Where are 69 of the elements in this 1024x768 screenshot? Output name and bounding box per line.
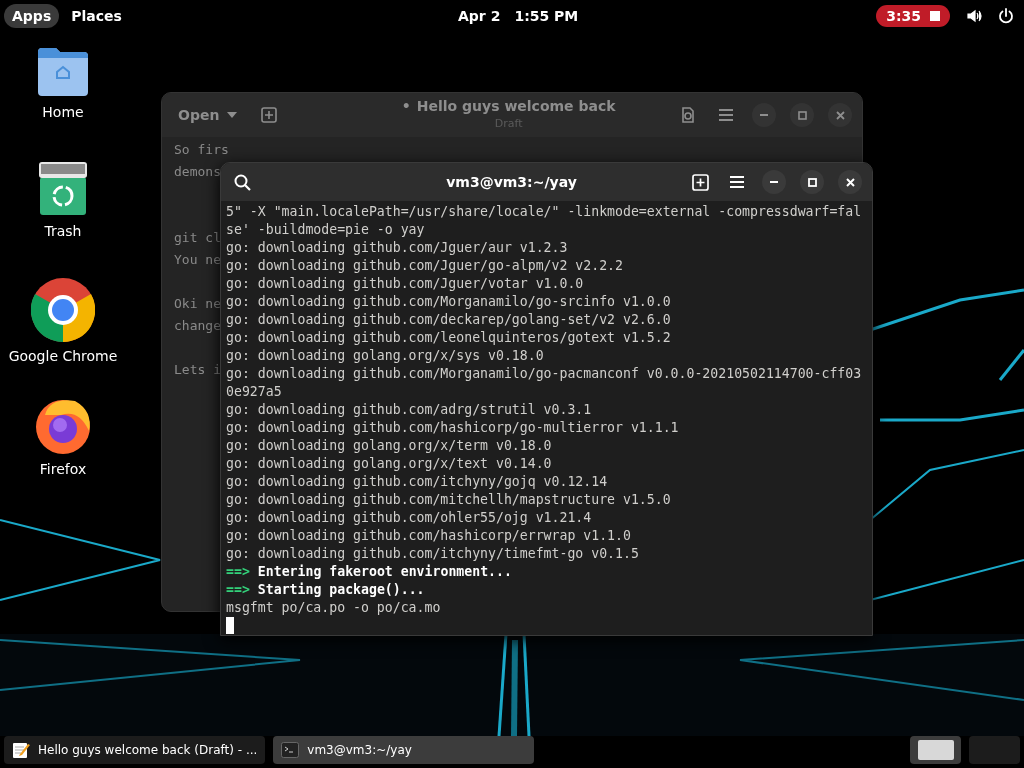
terminal-line: 0e927a5 [226,383,283,401]
terminal-line: go: downloading golang.org/x/text v0.14.0 [226,455,553,473]
desktop-icon-label[interactable]: Home [42,104,84,120]
text-line: change [174,317,221,335]
close-icon [835,110,845,120]
minimize-icon [760,114,768,116]
clock[interactable]: Apr 2 1:55 PM [458,8,579,24]
text-line: Lets i [174,361,221,379]
terminal-line: go: downloading golang.org/x/sys v0.18.0 [226,347,545,365]
text-line: git cl [174,229,221,247]
terminal-line: go: downloading github.com/itchyny/timefmt-go v0.1.5 [226,545,640,563]
document-search-icon[interactable] [680,107,696,123]
desktop-icon-label[interactable]: Firefox [39,461,87,477]
taskbar-window-button[interactable]: vm3@vm3:~/yay [273,736,535,764]
workspace-thumbnail[interactable] [910,736,961,764]
window-title: Hello guys welcome back [416,98,616,115]
terminal-line: go: downloading github.com/Morganamilo/go-srcinfo v1.0.0 [226,293,672,311]
maximize-icon [807,177,817,187]
terminal-line: go: downloading github.com/leonelquinteros/gotext v1.5.2 [226,329,672,347]
text-line: You ne [174,251,221,269]
terminal-icon [281,741,300,759]
maximize-button[interactable] [800,170,824,194]
window-title: vm3@vm3:~/yay [445,174,578,190]
new-tab-icon[interactable] [692,173,709,191]
terminal-line: 5" -X "main.localePath=/usr/share/locale/" -linkmode=external -compressdwarf=fal [226,203,863,221]
minimize-button[interactable] [762,170,786,194]
terminal-line: go: downloading github.com/mitchellh/mapstructure v1.5.0 [226,491,672,509]
desktop-icon-label[interactable]: Trash [44,223,82,239]
desktop-icon-label[interactable]: Google Chrome [8,348,118,364]
minimize-icon [770,181,778,183]
recording-indicator[interactable]: 3:35 [876,5,950,27]
terminal-line: go: downloading github.com/itchyny/gojq v0.12.14 [226,473,609,491]
close-button[interactable] [838,170,862,194]
search-icon[interactable] [234,173,251,191]
terminal-line: go: downloading github.com/Jguer/votar v1.0.0 [226,275,585,293]
terminal-line: go: downloading github.com/deckarep/golang-set/v2 v2.6.0 [226,311,672,329]
prompt-arrow: ==> [226,581,250,599]
workspace-thumbnail[interactable] [969,736,1020,764]
terminal-line: go: downloading github.com/Jguer/go-alpm/v2 v2.2.2 [226,257,624,275]
taskbar-window-button[interactable]: Hello guys welcome back (Draft) - ... [4,736,266,764]
terminal-line: go: downloading github.com/hashicorp/go-multierror v1.1.1 [226,419,680,437]
terminal-line: go: downloading github.com/hashicorp/errwrap v1.1.0 [226,527,632,545]
terminal-line: go: downloading golang.org/x/term v0.18.0 [226,437,553,455]
terminal-line: go: downloading github.com/ohler55/ojg v1.21.4 [226,509,593,527]
volume-icon[interactable] [966,8,982,24]
terminal-line: go: downloading github.com/Morganamilo/go-pacmanconf v0.0.0-20210502114700-cff03 [226,365,863,383]
text-line: So firs [174,141,229,159]
prompt-arrow: ==> [226,563,250,581]
maximize-icon [797,110,807,120]
caret-icon [227,112,238,118]
trash-icon[interactable] [38,161,88,217]
new-document-icon[interactable] [261,107,278,123]
open-button[interactable]: Open [172,103,244,127]
apps-button[interactable]: Apps [4,4,60,28]
power-icon[interactable] [998,8,1014,24]
terminal-line: msgfmt po/ca.po -o po/ca.mo [226,599,442,617]
terminal-line: Starting package()... [257,581,425,599]
unsaved-mark: • [401,98,411,115]
text-editor-icon [12,741,30,759]
browser-icon[interactable] [31,278,95,342]
terminal-line: Entering fakeroot environment... [257,563,512,581]
close-icon [845,177,855,187]
text-line: demons [174,163,221,181]
terminal-line: se' -buildmode=pie -o yay [226,221,426,239]
terminal-line: go: downloading github.com/adrg/strutil v0.3.1 [226,401,593,419]
terminal-line: go: downloading github.com/Jguer/aur v1.2.3 [226,239,569,257]
text-cursor [226,617,234,634]
places-button[interactable]: Places [63,4,130,28]
text-line: Oki ne [174,295,221,313]
